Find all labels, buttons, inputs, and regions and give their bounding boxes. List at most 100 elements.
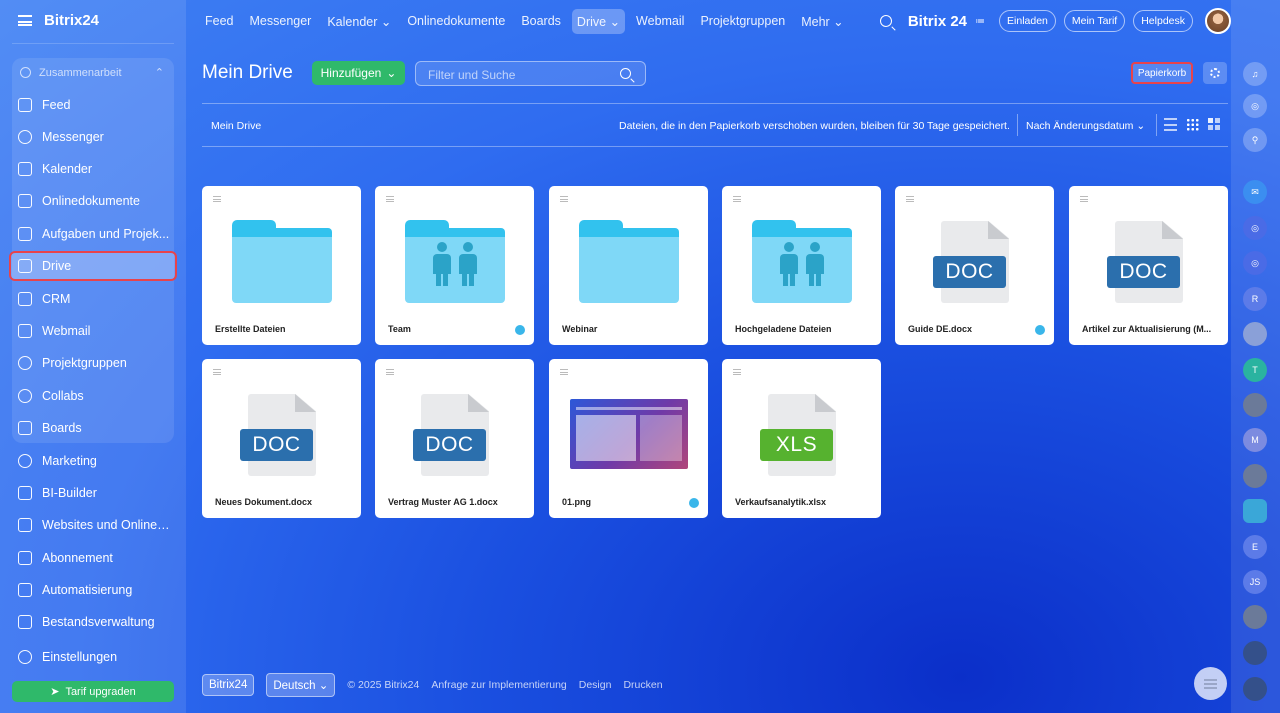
upgrade-plan-button[interactable]: ➤ Tarif upgraden <box>12 681 174 702</box>
settings-sliders-icon[interactable]: ≔ <box>975 16 985 27</box>
chevron-up-icon[interactable]: ⌃ <box>155 66 164 79</box>
header-logo[interactable]: Bitrix 24 <box>908 13 967 30</box>
chat-avatar-3[interactable] <box>1243 322 1267 346</box>
chat-fab-button[interactable] <box>1194 667 1227 700</box>
messages-icon[interactable]: ✉ <box>1243 180 1267 204</box>
user-avatar[interactable] <box>1205 8 1231 34</box>
sidebar-item-feed[interactable]: Feed <box>18 91 178 119</box>
tile-view-icon[interactable] <box>1208 118 1221 131</box>
sidebar-item-bi-builder[interactable]: BI-Builder <box>18 479 178 507</box>
chat-avatar-9[interactable] <box>1243 677 1267 701</box>
invite-button[interactable]: Einladen <box>999 10 1056 32</box>
file-card[interactable]: Hochgeladene Dateien <box>722 186 881 345</box>
doc-badge: DOC <box>933 256 1006 288</box>
topnav-feed[interactable]: Feed <box>200 9 239 34</box>
drag-handle-icon[interactable] <box>733 369 741 375</box>
group-header[interactable]: Zusammenarbeit ⌃ <box>20 66 170 79</box>
list-view-icon[interactable] <box>1164 118 1177 131</box>
chat-avatar-js[interactable]: JS <box>1243 570 1267 594</box>
chat-avatar-m[interactable]: M <box>1243 428 1267 452</box>
mail-icon <box>18 324 32 338</box>
filter-search-input[interactable]: Filter und Suche <box>415 61 646 86</box>
footer-brand[interactable]: Bitrix24 <box>202 674 255 696</box>
file-card[interactable]: DOC Guide DE.docx <box>895 186 1054 345</box>
drag-handle-icon[interactable] <box>906 196 914 202</box>
chat-avatar-r[interactable]: R <box>1243 287 1267 311</box>
sidebar-item-boards[interactable]: Boards <box>18 414 178 442</box>
sidebar-item-onlinedocs[interactable]: Onlinedokumente <box>18 187 178 215</box>
search-icon[interactable] <box>620 68 631 79</box>
robot-icon <box>18 583 32 597</box>
chat-search-icon[interactable]: ⚲ <box>1243 128 1267 152</box>
settings-button[interactable] <box>1203 62 1227 84</box>
topnav-drive[interactable]: Drive ⌄ <box>571 9 626 34</box>
topnav-calendar[interactable]: Kalender ⌄ <box>322 9 396 34</box>
sidebar-item-marketing[interactable]: Marketing <box>18 447 178 475</box>
add-button[interactable]: Hinzufügen ⌄ <box>312 61 405 85</box>
footer-link-design[interactable]: Design <box>579 679 612 691</box>
drag-handle-icon[interactable] <box>1080 196 1088 202</box>
search-icon[interactable] <box>879 15 892 27</box>
topnav-more[interactable]: Mehr ⌄ <box>796 9 848 34</box>
sidebar-item-collabs[interactable]: Collabs <box>18 382 178 410</box>
sidebar-item-groups[interactable]: Projektgruppen <box>18 349 178 377</box>
language-select[interactable]: Deutsch ⌄ <box>266 673 336 697</box>
brand[interactable]: Bitrix24 <box>18 12 99 29</box>
bell-icon[interactable]: ♫ <box>1243 62 1267 86</box>
calendar-icon <box>18 162 32 176</box>
footer-link-implementation[interactable]: Anfrage zur Implementierung <box>431 679 566 691</box>
chat-avatar-7[interactable] <box>1243 605 1267 629</box>
file-card[interactable]: Team <box>375 186 534 345</box>
shared-icon <box>515 325 525 335</box>
chat-avatar-5[interactable] <box>1243 464 1267 488</box>
file-name: Team <box>388 324 411 334</box>
drag-handle-icon[interactable] <box>386 196 394 202</box>
drag-handle-icon[interactable] <box>733 196 741 202</box>
topnav-boards[interactable]: Boards <box>516 9 566 34</box>
chat-avatar-1[interactable]: ◎ <box>1243 216 1267 240</box>
drag-handle-icon[interactable] <box>560 196 568 202</box>
file-card[interactable]: DOC Artikel zur Aktualisierung (M... <box>1069 186 1228 345</box>
file-card[interactable]: XLS Verkaufsanalytik.xlsx <box>722 359 881 518</box>
topnav-onlinedocs[interactable]: Onlinedokumente <box>402 9 510 34</box>
file-card[interactable]: DOC Vertrag Muster AG 1.docx <box>375 359 534 518</box>
footer-link-print[interactable]: Drucken <box>623 679 662 691</box>
drag-handle-icon[interactable] <box>213 369 221 375</box>
sidebar-item-tasks[interactable]: Aufgaben und Projek... <box>18 220 178 248</box>
chat-avatar-6[interactable] <box>1243 499 1267 523</box>
shared-folder-icon <box>752 220 852 303</box>
topnav-groups[interactable]: Projektgruppen <box>695 9 790 34</box>
file-card[interactable]: Erstellte Dateien <box>202 186 361 345</box>
sidebar-item-calendar[interactable]: Kalender <box>18 155 178 183</box>
sidebar-item-automation[interactable]: Automatisierung <box>18 576 178 604</box>
sort-dropdown[interactable]: Nach Änderungsdatum ⌄ <box>1026 120 1145 132</box>
sidebar-item-inventory[interactable]: Bestandsverwaltung <box>18 608 178 636</box>
topnav-messenger[interactable]: Messenger <box>245 9 317 34</box>
grid-view-icon[interactable] <box>1186 118 1199 131</box>
drag-handle-icon[interactable] <box>386 369 394 375</box>
drag-handle-icon[interactable] <box>213 196 221 202</box>
chat-avatar-2[interactable]: ◎ <box>1243 251 1267 275</box>
sidebar-item-subscription[interactable]: Abonnement <box>18 544 178 572</box>
sidebar-item-websites[interactable]: Websites und Onlines... <box>18 511 178 539</box>
file-card[interactable]: 01.png <box>549 359 708 518</box>
file-card[interactable]: DOC Neues Dokument.docx <box>202 359 361 518</box>
chat-avatar-8[interactable] <box>1243 641 1267 665</box>
helpdesk-button[interactable]: Helpdesk <box>1133 10 1193 32</box>
file-card[interactable]: Webinar <box>549 186 708 345</box>
drag-handle-icon[interactable] <box>560 369 568 375</box>
copilot-icon[interactable]: ◎ <box>1243 94 1267 118</box>
chat-avatar-e[interactable]: E <box>1243 535 1267 559</box>
breadcrumb[interactable]: Mein Drive <box>211 120 261 132</box>
sidebar-item-webmail[interactable]: Webmail <box>18 317 178 345</box>
sidebar-item-messenger[interactable]: Messenger <box>18 123 178 151</box>
trash-button[interactable]: Papierkorb <box>1131 62 1193 84</box>
menu-icon[interactable] <box>18 15 32 26</box>
sidebar-item-crm[interactable]: CRM <box>18 285 178 313</box>
chat-avatar-4[interactable] <box>1243 393 1267 417</box>
sidebar-item-settings[interactable]: Einstellungen <box>18 643 178 671</box>
my-plan-button[interactable]: Mein Tarif <box>1063 10 1126 32</box>
topnav-webmail[interactable]: Webmail <box>631 9 689 34</box>
chat-avatar-t[interactable]: T <box>1243 358 1267 382</box>
sidebar-item-drive[interactable]: Drive <box>18 252 178 280</box>
